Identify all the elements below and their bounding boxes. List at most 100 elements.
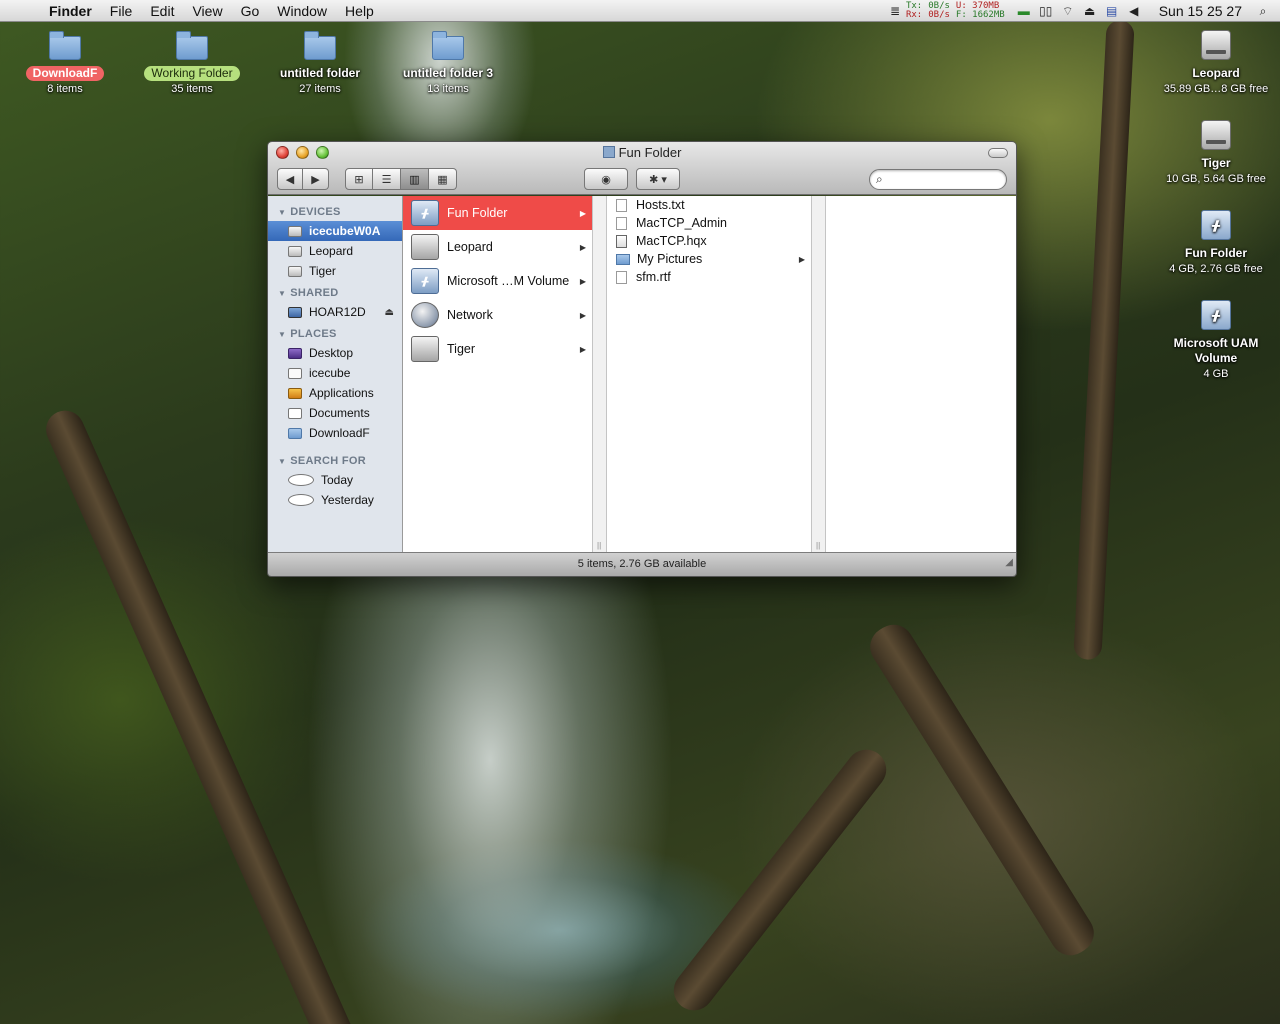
desktop-icon-label: Microsoft UAM Volume [1173,336,1259,365]
sidebar-item-leopard[interactable]: Leopard [268,241,402,261]
search-input[interactable] [886,173,997,186]
grip-icon[interactable]: ≣ [884,4,906,18]
sidebar-item-label: Leopard [309,244,354,258]
hard-drive-icon [288,245,302,257]
fallen-log [665,741,895,1019]
icon-view-button[interactable]: ⊞ [345,168,373,190]
column-item-mactcp-admin[interactable]: MacTCP_Admin [607,214,811,232]
sidebar-item-hoar12d[interactable]: HOAR12D ⏏ [268,302,402,322]
desktop-icon-fun-folder[interactable]: ᚋ Fun Folder 4 GB, 2.76 GB free [1151,210,1280,275]
desktop-icon-label: DownloadF [25,66,105,81]
desktop-icon [288,347,302,359]
menu-file[interactable]: File [101,3,142,19]
menu-edit[interactable]: Edit [141,3,183,19]
column-view-button[interactable]: ▥ [401,168,429,190]
column-item-label: Microsoft …M Volume [447,274,570,288]
sidebar-item-home[interactable]: icecube [268,363,402,383]
menu-help[interactable]: Help [336,3,383,19]
toolbar-toggle-button[interactable] [988,148,1008,158]
list-view-button[interactable]: ☰ [373,168,401,190]
menu-finder[interactable]: Finder [40,3,101,19]
column-item-hosts-txt[interactable]: Hosts.txt [607,196,811,214]
column-resize-handle[interactable]: || [812,196,826,553]
section-label: SEARCH FOR [290,455,366,467]
desktop-icon-untitled-folder[interactable]: untitled folder 27 items [255,31,385,95]
window-titlebar[interactable]: Fun Folder ◀ ▶ ⊞ ☰ ▥ ▦ ◉ ✱ ▾ ⌕ [268,142,1016,195]
menubar-clock[interactable]: Sun 15 25 27 [1145,3,1252,19]
battery-icon[interactable]: ▯▯ [1035,4,1057,18]
sidebar-item-today[interactable]: Today [268,470,402,490]
network-volume-icon: ᚋ [1201,300,1231,330]
column-item-tiger[interactable]: Tiger ▶ [403,332,592,366]
action-menu-button[interactable]: ✱ ▾ [636,168,680,190]
sidebar-section-devices[interactable]: ▼ DEVICES [268,200,402,221]
column-item-leopard[interactable]: Leopard ▶ [403,230,592,264]
column-item-my-pictures[interactable]: My Pictures ▶ [607,250,811,268]
action-group: ✱ ▾ [636,168,680,190]
quick-look-button[interactable]: ◉ [584,168,628,190]
network-globe-icon [411,302,439,328]
desktop-icon-label: Working Folder [144,66,240,81]
flag-icon[interactable]: ▤ [1101,4,1123,18]
desktop-icon-downloadf[interactable]: DownloadF 8 items [0,31,130,95]
folder-icon [432,31,464,60]
network-monitor[interactable]: Tx: Rx: 0B/s 0B/s U: 370MB F: 1662MB [906,2,1005,20]
volume-icon[interactable]: ◀ [1123,4,1145,18]
status-bar: 5 items, 2.76 GB available ◢ [268,552,1016,576]
sidebar-item-documents[interactable]: Documents [268,403,402,423]
desktop-icon-microsoft-uam[interactable]: ᚋ Microsoft UAM Volume 4 GB [1151,300,1280,380]
network-volume-icon: ᚋ [411,268,439,294]
sidebar-item-desktop[interactable]: Desktop [268,343,402,363]
rtf-file-icon [616,270,627,284]
desktop-icon-working-folder[interactable]: Working Folder 35 items [127,31,257,95]
desktop-icon-info: 35 items [171,83,213,95]
desktop-icon-untitled-folder-3[interactable]: untitled folder 3 13 items [383,31,513,95]
column-item-mactcp-hqx[interactable]: MacTCP.hqx [607,232,811,250]
spotlight-icon[interactable]: ⌕ [1252,4,1274,19]
applications-icon [288,387,302,399]
wifi-icon[interactable]: ⌔ [1057,4,1079,19]
column-item-sfm-rtf[interactable]: sfm.rtf [607,268,811,286]
section-label: DEVICES [290,206,341,218]
sidebar-item-downloadf[interactable]: DownloadF [268,423,402,443]
desktop-icon-tiger[interactable]: Tiger 10 GB, 5.64 GB free [1151,120,1280,185]
column-item-network[interactable]: Network ▶ [403,298,592,332]
sidebar-item-applications[interactable]: Applications [268,383,402,403]
sidebar-item-yesterday[interactable]: Yesterday [268,490,402,510]
desktop-icon-info: 27 items [299,83,341,95]
resize-handle-icon[interactable]: ◢ [1005,551,1013,574]
folder-icon [176,31,208,60]
desktop-icon-label: Fun Folder [1185,246,1247,260]
sidebar-section-search-for[interactable]: ▼ SEARCH FOR [268,449,402,470]
column-item-microsoft-uam[interactable]: ᚋ Microsoft …M Volume ▶ [403,264,592,298]
column-item-label: Tiger [447,342,476,356]
coverflow-view-button[interactable]: ▦ [429,168,457,190]
column-item-label: Fun Folder [447,206,508,220]
search-icon: ⌕ [876,172,883,186]
forward-button[interactable]: ▶ [303,168,329,190]
memory-meter-icon[interactable]: ▬ [1013,4,1035,18]
eject-icon[interactable]: ⏏ [385,307,394,318]
menu-go[interactable]: Go [232,3,269,19]
column-item-fun-folder[interactable]: ᚋ Fun Folder ▶ [403,196,592,230]
sidebar-section-places[interactable]: ▼ PLACES [268,322,402,343]
sidebar-item-tiger[interactable]: Tiger [268,261,402,281]
column-resize-handle[interactable]: || [593,196,607,553]
finder-window: Fun Folder ◀ ▶ ⊞ ☰ ▥ ▦ ◉ ✱ ▾ ⌕ ▼ DEVICES … [267,141,1017,577]
sidebar-item-label: Yesterday [321,493,374,507]
browser-column-1: ᚋ Fun Folder ▶ Leopard ▶ ᚋ Microsoft …M Volu… [403,196,593,553]
desktop-icon-leopard[interactable]: Leopard 35.89 GB…8 GB free [1151,30,1280,95]
disclosure-triangle-icon: ▼ [278,457,287,466]
disclosure-arrow-icon: ▶ [579,242,586,252]
folder-icon [304,31,336,60]
home-icon [288,367,302,379]
sidebar-section-shared[interactable]: ▼ SHARED [268,281,402,302]
sidebar-item-label: icecubeW0A [309,224,381,238]
menu-window[interactable]: Window [268,3,336,19]
back-button[interactable]: ◀ [277,168,303,190]
search-field[interactable]: ⌕ [869,169,1007,190]
menu-view[interactable]: View [183,3,231,19]
disclosure-arrow-icon: ▶ [579,344,586,354]
sidebar-item-icecube[interactable]: icecubeW0A [268,221,402,241]
eject-icon[interactable]: ⏏ [1079,4,1101,18]
